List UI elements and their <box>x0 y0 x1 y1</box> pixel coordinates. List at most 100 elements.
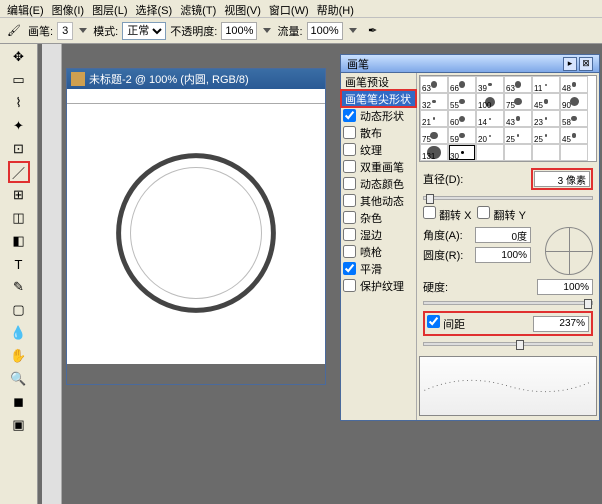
chk-color-dynamics[interactable] <box>343 177 356 190</box>
lasso-tool[interactable]: ⌇ <box>8 92 30 114</box>
shape-tool[interactable]: ▢ <box>8 299 30 321</box>
chk-shape-dynamics[interactable] <box>343 109 356 122</box>
document-titlebar[interactable]: 未标题-2 @ 100% (内圆, RGB/8) <box>67 69 325 89</box>
tab-dual-brush[interactable]: 双重画笔 <box>341 158 416 175</box>
spacing-input[interactable] <box>533 316 589 332</box>
tab-texture[interactable]: 纹理 <box>341 141 416 158</box>
menu-filter[interactable]: 滤镜(T) <box>177 2 219 15</box>
stamp-tool[interactable]: ⊞ <box>8 184 30 206</box>
brush-tip-cell[interactable]: 14 <box>476 110 504 127</box>
chk-noise[interactable] <box>343 211 356 224</box>
menu-layer[interactable]: 图层(L) <box>89 2 130 15</box>
panel-close-button[interactable]: ⊠ <box>579 57 593 71</box>
airbrush-icon[interactable]: ✒ <box>363 21 383 41</box>
chk-smoothing[interactable] <box>343 262 356 275</box>
angle-input[interactable] <box>475 227 531 243</box>
brush-tip-cell[interactable] <box>532 144 560 161</box>
brush-tip-cell[interactable]: 25 <box>532 127 560 144</box>
brush-tip-cell[interactable]: 21 <box>420 110 448 127</box>
menu-window[interactable]: 窗口(W) <box>266 2 312 15</box>
brush-tip-cell[interactable]: 32 <box>420 93 448 110</box>
tab-scatter[interactable]: 散布 <box>341 124 416 141</box>
marquee-tool[interactable]: ▭ <box>8 69 30 91</box>
opacity-dropdown-icon[interactable] <box>263 28 271 33</box>
menu-view[interactable]: 视图(V) <box>221 2 264 15</box>
roundness-input[interactable] <box>475 247 531 263</box>
flow-field[interactable]: 100% <box>307 22 343 40</box>
brush-tip-cell[interactable]: 45 <box>560 127 588 144</box>
brush-tip-cell[interactable]: 131 <box>420 144 448 161</box>
brush-tip-cell[interactable]: 48 <box>560 76 588 93</box>
type-tool[interactable]: T <box>8 253 30 275</box>
angle-control[interactable] <box>545 227 593 275</box>
brush-size-dropdown-icon[interactable] <box>79 28 87 33</box>
flipx-checkbox[interactable]: 翻转 X <box>423 206 471 223</box>
canvas[interactable] <box>67 104 325 364</box>
brush-tip-cell[interactable]: 66 <box>448 76 476 93</box>
brush-tip-cell[interactable]: 25 <box>504 127 532 144</box>
fg-bg-swatch[interactable]: ◼ <box>8 391 30 413</box>
menu-image[interactable]: 图像(I) <box>49 2 87 15</box>
quickmask-tool[interactable]: ▣ <box>8 414 30 436</box>
brush-tip-cell[interactable]: 90 <box>560 93 588 110</box>
panel-titlebar[interactable]: 画笔 ▸ ⊠ <box>341 55 599 73</box>
brush-tip-cell[interactable]: 55 <box>448 93 476 110</box>
chk-protect-texture[interactable] <box>343 279 356 292</box>
brush-tip-cell[interactable] <box>560 144 588 161</box>
spacing-checkbox[interactable]: 间距 <box>427 315 465 332</box>
brush-tip-cell[interactable] <box>476 144 504 161</box>
brush-size-field[interactable]: 3 <box>57 22 73 40</box>
brush-tip-cell[interactable]: 39 <box>476 76 504 93</box>
crop-tool[interactable]: ⊡ <box>8 138 30 160</box>
brush-tip-cell[interactable]: 30 <box>448 144 476 161</box>
brush-tip-cell[interactable]: 20 <box>476 127 504 144</box>
hardness-input[interactable] <box>537 279 593 295</box>
chk-wet-edges[interactable] <box>343 228 356 241</box>
brush-tip-cell[interactable]: 59 <box>448 127 476 144</box>
chk-texture[interactable] <box>343 143 356 156</box>
brush-tip-cell[interactable]: 23 <box>532 110 560 127</box>
brush-tip-cell[interactable]: 43 <box>504 110 532 127</box>
tab-airbrush[interactable]: 喷枪 <box>341 243 416 260</box>
brush-tip-cell[interactable]: 75 <box>504 93 532 110</box>
gradient-tool[interactable]: ◧ <box>8 230 30 252</box>
tab-protect-texture[interactable]: 保护纹理 <box>341 277 416 294</box>
brush-tip-cell[interactable] <box>504 144 532 161</box>
flipy-checkbox[interactable]: 翻转 Y <box>477 206 525 223</box>
chk-airbrush[interactable] <box>343 245 356 258</box>
diameter-input[interactable] <box>534 171 590 187</box>
pen-tool[interactable]: ✎ <box>8 276 30 298</box>
hardness-slider[interactable] <box>423 301 593 305</box>
chk-scatter[interactable] <box>343 126 356 139</box>
move-tool[interactable]: ✥ <box>8 46 30 68</box>
eyedropper-tool[interactable]: 💧 <box>8 322 30 344</box>
chk-dual-brush[interactable] <box>343 160 356 173</box>
brush-tip-cell[interactable]: 63 <box>504 76 532 93</box>
mode-select[interactable]: 正常 <box>122 22 166 40</box>
panel-menu-button[interactable]: ▸ <box>563 57 577 71</box>
brush-tip-cell[interactable]: 60 <box>448 110 476 127</box>
hand-tool[interactable]: ✋ <box>8 345 30 367</box>
eraser-tool[interactable]: ◫ <box>8 207 30 229</box>
zoom-tool[interactable]: 🔍 <box>8 368 30 390</box>
canvas-area[interactable] <box>67 104 325 384</box>
tab-shape-dynamics[interactable]: 动态形状 <box>341 107 416 124</box>
brush-tip-cell[interactable]: 75 <box>420 127 448 144</box>
menu-help[interactable]: 帮助(H) <box>314 2 357 15</box>
tab-tip-shape[interactable]: 画笔笔尖形状 <box>341 90 416 107</box>
menu-edit[interactable]: 编辑(E) <box>4 2 47 15</box>
spacing-slider[interactable] <box>423 342 593 346</box>
brush-tip-cell[interactable]: 11 <box>532 76 560 93</box>
tab-color-dynamics[interactable]: 动态颜色 <box>341 175 416 192</box>
chk-other-dynamics[interactable] <box>343 194 356 207</box>
tab-wet-edges[interactable]: 湿边 <box>341 226 416 243</box>
brush-tip-cell[interactable]: 58 <box>560 110 588 127</box>
diameter-slider[interactable] <box>423 196 593 200</box>
brush-tip-cell[interactable]: 100 <box>476 93 504 110</box>
tab-smoothing[interactable]: 平滑 <box>341 260 416 277</box>
tab-presets[interactable]: 画笔预设 <box>341 73 416 90</box>
brush-tool[interactable]: ／ <box>8 161 30 183</box>
opacity-field[interactable]: 100% <box>221 22 257 40</box>
tab-other-dynamics[interactable]: 其他动态 <box>341 192 416 209</box>
tab-noise[interactable]: 杂色 <box>341 209 416 226</box>
